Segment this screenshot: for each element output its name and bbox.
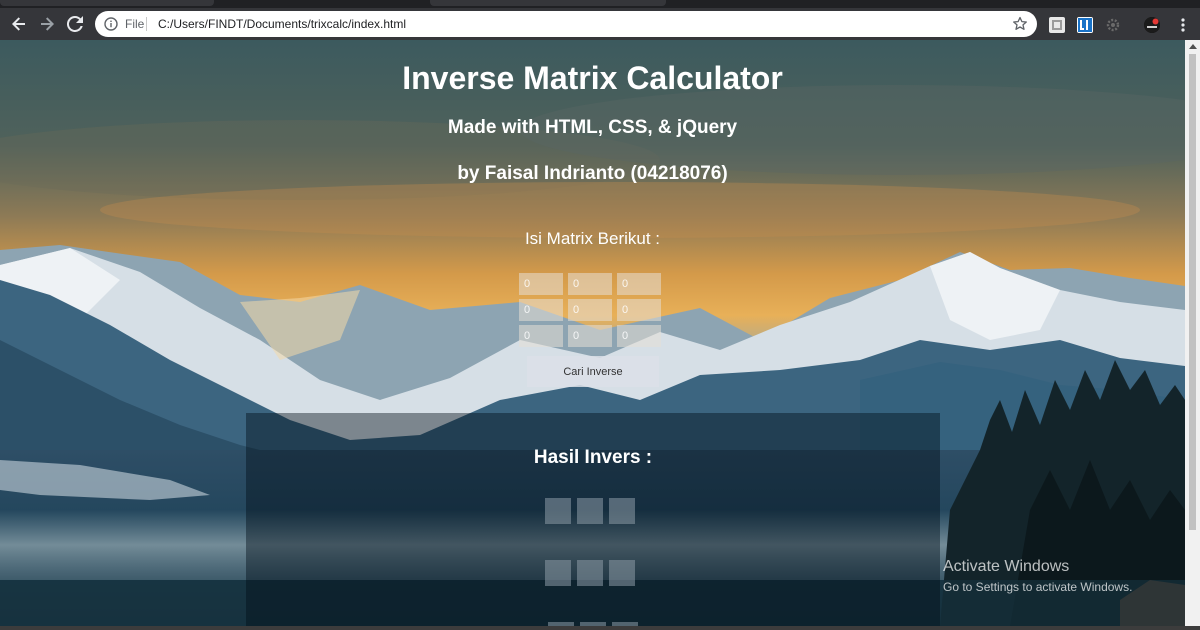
address-scheme: File [125, 17, 145, 31]
matrix-cell-input[interactable] [617, 325, 661, 347]
address-url[interactable]: C:/Users/FINDT/Documents/trixcalc/index.… [158, 17, 406, 31]
page-viewport: Inverse Matrix Calculator Made with HTML… [0, 40, 1185, 626]
result-cell [545, 560, 571, 586]
address-separator [146, 17, 147, 31]
puzzle-icon [1052, 20, 1062, 30]
extension-li-icon[interactable] [1077, 17, 1093, 33]
scroll-up-arrow-icon[interactable] [1189, 44, 1197, 49]
browser-tab[interactable] [0, 0, 214, 6]
vertical-dots-icon [1181, 18, 1185, 32]
result-title: Hasil Invers : [533, 447, 653, 468]
arrow-right-icon [41, 17, 54, 31]
tab-strip [0, 0, 1200, 8]
matrix-cell-input[interactable] [519, 325, 563, 347]
reload-button[interactable] [63, 12, 87, 36]
scrollbar-thumb[interactable] [1189, 54, 1196, 530]
matrix-cell-input[interactable] [617, 299, 661, 321]
result-cell [577, 498, 603, 524]
forward-button[interactable] [35, 12, 59, 36]
matrix-cell-input[interactable] [568, 325, 612, 347]
watermark-title: Activate Windows [943, 558, 1070, 575]
page-subtitle: Made with HTML, CSS, & jQuery [447, 117, 738, 138]
find-inverse-button[interactable]: Cari Inverse [527, 356, 659, 387]
info-icon[interactable] [104, 17, 118, 31]
author-credit: by Faisal Indrianto (04218076) [457, 163, 728, 184]
page-title: Inverse Matrix Calculator [402, 60, 783, 96]
result-panel: Hasil Invers : [246, 413, 940, 626]
li-icon [1078, 18, 1092, 32]
matrix-cell-input[interactable] [568, 273, 612, 295]
result-cell [609, 498, 635, 524]
result-cell [609, 560, 635, 586]
browser-menu-button[interactable] [1176, 16, 1190, 34]
watermark-subtitle: Go to Settings to activate Windows. [943, 580, 1133, 594]
browser-toolbar: File C:/Users/FINDT/Documents/trixcalc/i… [0, 8, 1200, 40]
avatar-icon [1144, 17, 1160, 33]
vertical-scrollbar[interactable] [1185, 40, 1200, 626]
profile-avatar[interactable] [1144, 17, 1160, 33]
result-cell [545, 498, 571, 524]
arrow-left-icon [12, 17, 25, 31]
extension-gear-icon[interactable] [1105, 17, 1121, 33]
back-button[interactable] [7, 12, 31, 36]
result-cell [577, 560, 603, 586]
matrix-cell-input[interactable] [519, 273, 563, 295]
matrix-cell-input[interactable] [519, 299, 563, 321]
address-bar[interactable]: File C:/Users/FINDT/Documents/trixcalc/i… [95, 11, 1037, 37]
matrix-cell-input[interactable] [617, 273, 661, 295]
matrix-prompt: Isi Matrix Berikut : [524, 229, 661, 248]
matrix-cell-input[interactable] [568, 299, 612, 321]
browser-tab[interactable] [430, 0, 666, 6]
window-bottom-edge [0, 626, 1200, 630]
star-icon[interactable] [1012, 16, 1028, 32]
reload-icon [67, 16, 83, 32]
extension-icon[interactable] [1049, 17, 1065, 33]
gear-icon [1106, 18, 1120, 32]
activation-watermark: Activate Windows Go to Settings to activ… [943, 558, 1132, 594]
